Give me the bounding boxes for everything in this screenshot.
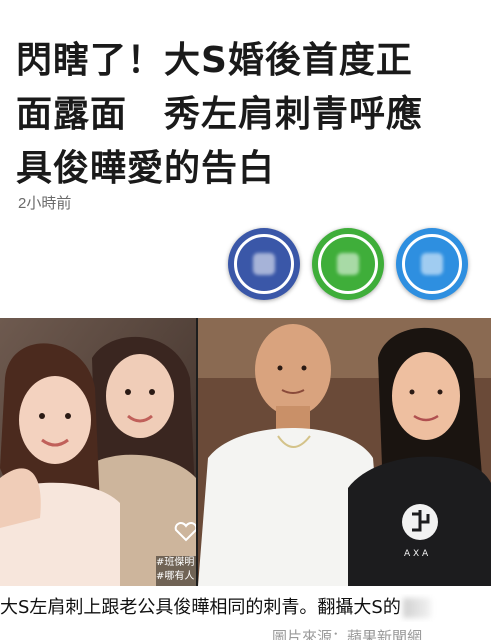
selfie-image: [0, 318, 196, 586]
facebook-icon: [253, 253, 275, 275]
headline-line-3: 具俊曄愛的告白: [16, 148, 276, 190]
photo-caption: 大S左肩刺上跟老公具俊曄相同的刺青。翻攝大S的: [0, 594, 491, 622]
photo-right-couple: A X A: [198, 318, 491, 586]
more-share-ring: [402, 234, 462, 294]
facebook-share-button[interactable]: [228, 228, 300, 300]
couple-image: A X A: [198, 318, 491, 586]
share-buttons: [0, 228, 491, 308]
photo-overlay-tag-1: #班傑明: [156, 557, 195, 568]
article-page: 閃瞎了！大S婚後首度正 面露面 秀左肩刺青呼應 具俊曄愛的告白 2小時前 #班傑…: [0, 0, 491, 640]
article-photo[interactable]: #班傑明 #哪有人 A X A: [0, 318, 491, 586]
caption-blur-mask: [402, 598, 431, 618]
photo-left-selfie: #班傑明 #哪有人: [0, 318, 196, 586]
line-icon: [337, 253, 359, 275]
facebook-share-ring: [234, 234, 294, 294]
article-headline[interactable]: 閃瞎了！大S婚後首度正 面露面 秀左肩刺青呼應 具俊曄愛的告白: [16, 34, 481, 196]
shirt-text: A X A: [404, 549, 429, 559]
headline-line-1: 閃瞎了！大S婚後首度正: [16, 40, 413, 82]
line-share-button[interactable]: [312, 228, 384, 300]
line-share-ring: [318, 234, 378, 294]
photo-overlay-tags: #班傑明 #哪有人: [156, 556, 196, 584]
share-icon: [421, 253, 443, 275]
headline-line-2: 面露面 秀左肩刺青呼應: [16, 94, 424, 136]
publish-timestamp: 2小時前: [18, 195, 72, 212]
more-share-button[interactable]: [396, 228, 468, 300]
photo-caption-text: 大S左肩刺上跟老公具俊曄相同的刺青。翻攝大S的: [0, 597, 401, 618]
photo-overlay-tag-2: #哪有人: [156, 571, 195, 582]
photo-source: 圖片來源：蘋果新聞網: [272, 628, 423, 640]
